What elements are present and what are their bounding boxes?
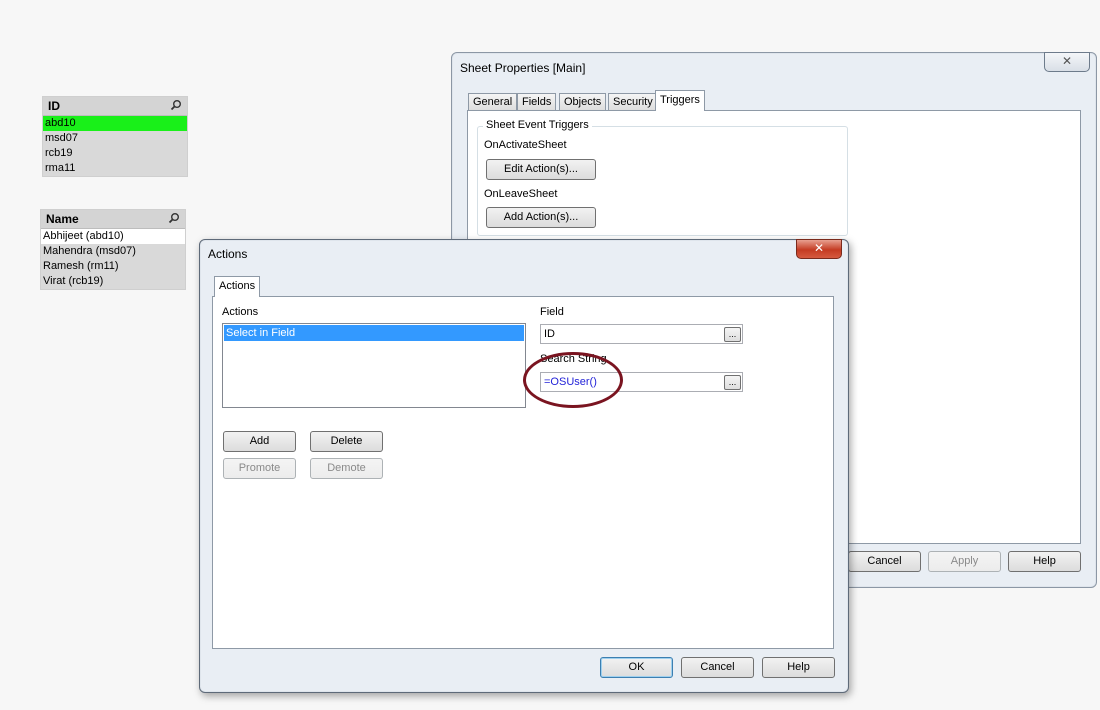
listbox-name-title: Name [46, 212, 79, 226]
field-input[interactable]: ID [540, 324, 743, 344]
listbox-id-title: ID [48, 99, 60, 113]
on-activate-sheet-label: OnActivateSheet [484, 139, 567, 151]
demote-button[interactable]: Demote [310, 458, 383, 479]
tab-actions[interactable]: Actions [214, 276, 261, 297]
close-icon: ✕ [1061, 54, 1073, 68]
listbox-name-row[interactable]: Abhijeet (abd10) [41, 229, 185, 244]
dialog-title: Actions [208, 247, 248, 261]
cancel-button[interactable]: Cancel [848, 551, 921, 572]
cancel-button[interactable]: Cancel [681, 657, 754, 678]
window-title: Sheet Properties [Main] [460, 61, 586, 75]
add-button[interactable]: Add [223, 431, 296, 452]
listbox-id-row[interactable]: abd10 [43, 116, 187, 131]
list-item[interactable]: Select in Field [224, 325, 524, 341]
search-string-ellipsis-button[interactable]: ... [724, 375, 741, 390]
listbox-id: ID abd10 msd07 rcb19 rma11 [42, 96, 188, 177]
search-string-input[interactable]: =OSUser() [540, 372, 743, 392]
search-string-label: Search String [540, 353, 607, 365]
listbox-name-row[interactable]: Mahendra (msd07) [41, 244, 185, 259]
close-icon: ✕ [813, 241, 825, 255]
listbox-id-row[interactable]: rma11 [43, 161, 187, 176]
actions-dialog: Actions ✕ Actions Actions Select in Fiel… [199, 239, 849, 693]
tab-objects[interactable]: Objects [559, 93, 607, 111]
close-button[interactable]: ✕ [1044, 52, 1090, 72]
apply-button[interactable]: Apply [928, 551, 1001, 572]
tab-general[interactable]: General [468, 93, 518, 111]
tab-security[interactable]: Security [608, 93, 658, 111]
actions-list-label: Actions [222, 306, 259, 318]
promote-button[interactable]: Promote [223, 458, 296, 479]
field-label: Field [540, 306, 564, 318]
field-ellipsis-button[interactable]: ... [724, 327, 741, 342]
close-button[interactable]: ✕ [796, 239, 842, 259]
on-leave-sheet-label: OnLeaveSheet [484, 188, 558, 200]
group-title: Sheet Event Triggers [483, 119, 592, 131]
actions-list[interactable]: Select in Field [222, 323, 526, 408]
tab-triggers[interactable]: Triggers [655, 90, 705, 111]
listbox-id-row[interactable]: msd07 [43, 131, 187, 146]
ok-button[interactable]: OK [600, 657, 673, 678]
add-actions-button[interactable]: Add Action(s)... [486, 207, 596, 228]
actions-panel: Actions Select in Field Field ID ... Sea… [212, 296, 834, 649]
tab-fields[interactable]: Fields [517, 93, 557, 111]
listbox-id-header[interactable]: ID [43, 97, 187, 116]
listbox-name: Name Abhijeet (abd10) Mahendra (msd07) R… [40, 209, 186, 290]
listbox-name-header[interactable]: Name [41, 210, 185, 229]
listbox-id-row[interactable]: rcb19 [43, 146, 187, 161]
delete-button[interactable]: Delete [310, 431, 383, 452]
listbox-name-row[interactable]: Virat (rcb19) [41, 274, 185, 289]
search-icon[interactable] [168, 212, 180, 224]
search-icon[interactable] [170, 99, 182, 111]
listbox-name-row[interactable]: Ramesh (rm11) [41, 259, 185, 274]
help-button[interactable]: Help [1008, 551, 1081, 572]
edit-actions-button[interactable]: Edit Action(s)... [486, 159, 596, 180]
help-button[interactable]: Help [762, 657, 835, 678]
